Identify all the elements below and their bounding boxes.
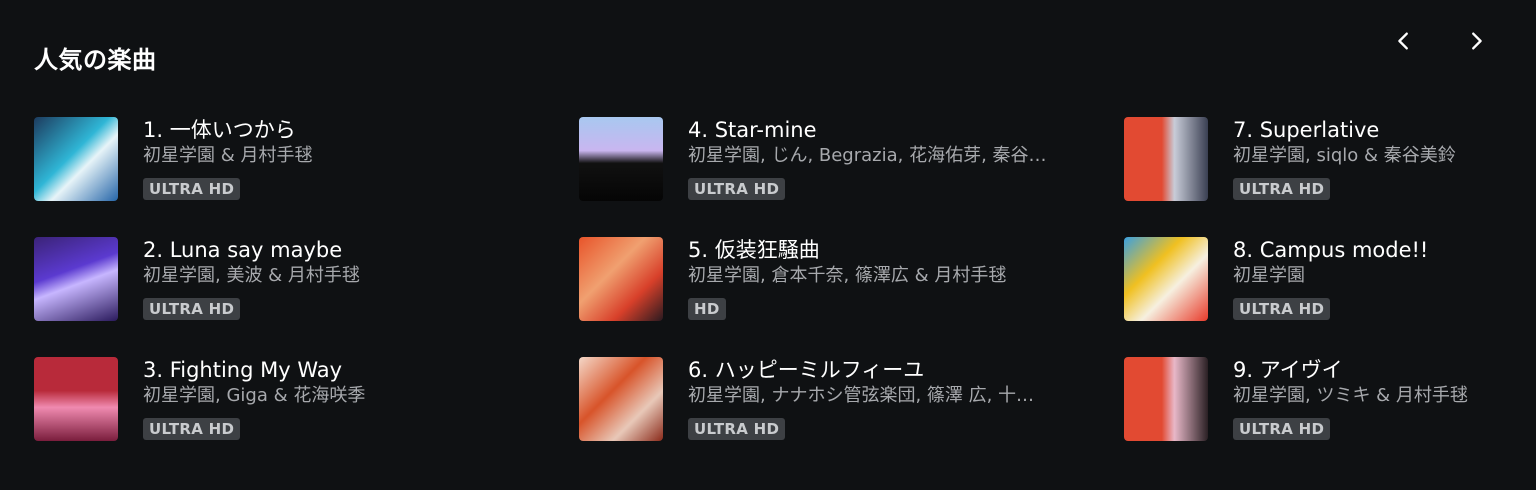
track-title[interactable]: 4. Star-mine	[688, 117, 1088, 143]
track-title[interactable]: 1. 一体いつから	[143, 117, 543, 143]
track-artist[interactable]: 初星学園	[1233, 263, 1503, 289]
quality-badge: ULTRA HD	[143, 178, 241, 200]
track-item[interactable]: 6. ハッピーミルフィーユ 初星学園, ナナホシ管弦楽団, 篠澤 広, 十… U…	[579, 357, 1124, 477]
album-cover[interactable]	[34, 357, 118, 441]
track-artist[interactable]: 初星学園, Giga & 花海咲季	[143, 383, 543, 409]
track-title[interactable]: 5. 仮装狂騒曲	[688, 237, 1088, 263]
quality-badge: ULTRA HD	[688, 418, 786, 440]
track-item[interactable]: 9. アイヴイ 初星学園, ツミキ & 月村手毬 ULTRA HD	[1124, 357, 1504, 477]
next-button[interactable]	[1456, 24, 1496, 58]
quality-badge: ULTRA HD	[1233, 298, 1331, 320]
track-title[interactable]: 3. Fighting My Way	[143, 357, 543, 383]
album-cover[interactable]	[1124, 117, 1208, 201]
track-item[interactable]: 1. 一体いつから 初星学園 & 月村手毬 ULTRA HD	[34, 117, 579, 237]
track-item[interactable]: 3. Fighting My Way 初星学園, Giga & 花海咲季 ULT…	[34, 357, 579, 477]
album-cover[interactable]	[34, 117, 118, 201]
album-cover[interactable]	[579, 237, 663, 321]
track-item[interactable]: 5. 仮装狂騒曲 初星学園, 倉本千奈, 篠澤広 & 月村手毬 HD	[579, 237, 1124, 357]
track-title[interactable]: 8. Campus mode!!	[1233, 237, 1503, 263]
track-item[interactable]: 2. Luna say maybe 初星学園, 美波 & 月村手毬 ULTRA …	[34, 237, 579, 357]
quality-badge: ULTRA HD	[1233, 418, 1331, 440]
track-artist[interactable]: 初星学園 & 月村手毬	[143, 143, 543, 169]
chevron-right-icon	[1472, 32, 1482, 50]
track-artist[interactable]: 初星学園, ナナホシ管弦楽団, 篠澤 広, 十…	[688, 383, 1088, 409]
quality-badge: ULTRA HD	[688, 178, 786, 200]
section-title: 人気の楽曲	[34, 46, 157, 74]
track-title[interactable]: 6. ハッピーミルフィーユ	[688, 357, 1088, 383]
track-title[interactable]: 2. Luna say maybe	[143, 237, 543, 263]
track-artist[interactable]: 初星学園, じん, Begrazia, 花海佑芽, 秦谷…	[688, 143, 1088, 169]
quality-badge: ULTRA HD	[143, 418, 241, 440]
album-cover[interactable]	[579, 357, 663, 441]
track-item[interactable]: 7. Superlative 初星学園, siqlo & 秦谷美鈴 ULTRA …	[1124, 117, 1504, 237]
track-item[interactable]: 8. Campus mode!! 初星学園 ULTRA HD	[1124, 237, 1504, 357]
album-cover[interactable]	[1124, 237, 1208, 321]
album-cover[interactable]	[1124, 357, 1208, 441]
chevron-left-icon	[1398, 32, 1408, 50]
quality-badge: ULTRA HD	[143, 298, 241, 320]
album-cover[interactable]	[34, 237, 118, 321]
track-artist[interactable]: 初星学園, 美波 & 月村手毬	[143, 263, 543, 289]
quality-badge: ULTRA HD	[1233, 178, 1331, 200]
track-artist[interactable]: 初星学園, 倉本千奈, 篠澤広 & 月村手毬	[688, 263, 1088, 289]
track-artist[interactable]: 初星学園, ツミキ & 月村手毬	[1233, 383, 1503, 409]
track-title[interactable]: 9. アイヴイ	[1233, 357, 1503, 383]
track-artist[interactable]: 初星学園, siqlo & 秦谷美鈴	[1233, 143, 1503, 169]
album-cover[interactable]	[579, 117, 663, 201]
quality-badge: HD	[688, 298, 726, 320]
track-title[interactable]: 7. Superlative	[1233, 117, 1503, 143]
track-item[interactable]: 4. Star-mine 初星学園, じん, Begrazia, 花海佑芽, 秦…	[579, 117, 1124, 237]
previous-button[interactable]	[1384, 24, 1424, 58]
track-grid: 1. 一体いつから 初星学園 & 月村手毬 ULTRA HD 2. Luna s…	[34, 117, 1504, 477]
